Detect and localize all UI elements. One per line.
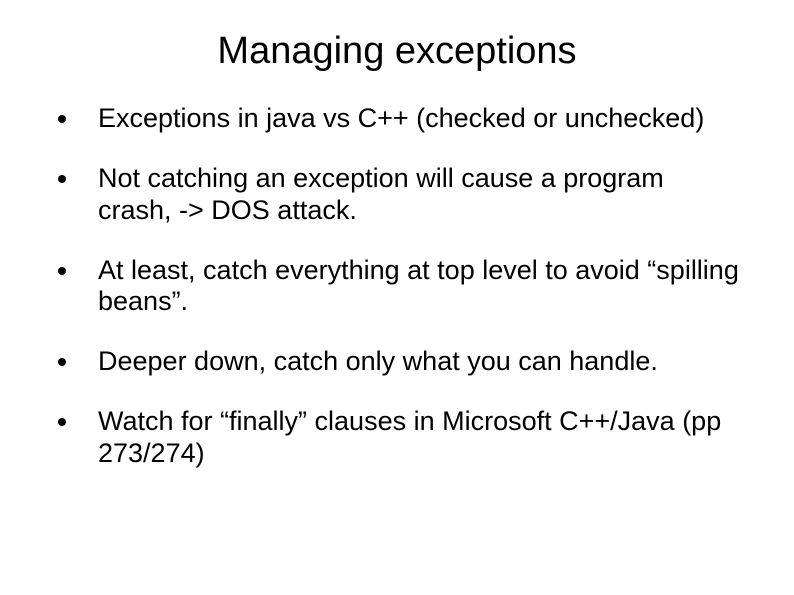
slide-title: Managing exceptions [50, 30, 744, 73]
bullet-text: Exceptions in java vs C++ (checked or un… [98, 103, 704, 133]
slide: Managing exceptions Exceptions in java v… [0, 0, 794, 595]
list-item: At least, catch everything at top level … [50, 255, 744, 319]
bullet-text: Not catching an exception will cause a p… [98, 163, 664, 225]
bullet-list: Exceptions in java vs C++ (checked or un… [50, 103, 744, 470]
list-item: Exceptions in java vs C++ (checked or un… [50, 103, 744, 135]
list-item: Deeper down, catch only what you can han… [50, 346, 744, 378]
bullet-text: At least, catch everything at top level … [98, 255, 739, 317]
bullet-text: Watch for “finally” clauses in Microsoft… [98, 406, 721, 468]
list-item: Watch for “finally” clauses in Microsoft… [50, 406, 744, 470]
list-item: Not catching an exception will cause a p… [50, 163, 744, 227]
bullet-text: Deeper down, catch only what you can han… [98, 346, 658, 376]
